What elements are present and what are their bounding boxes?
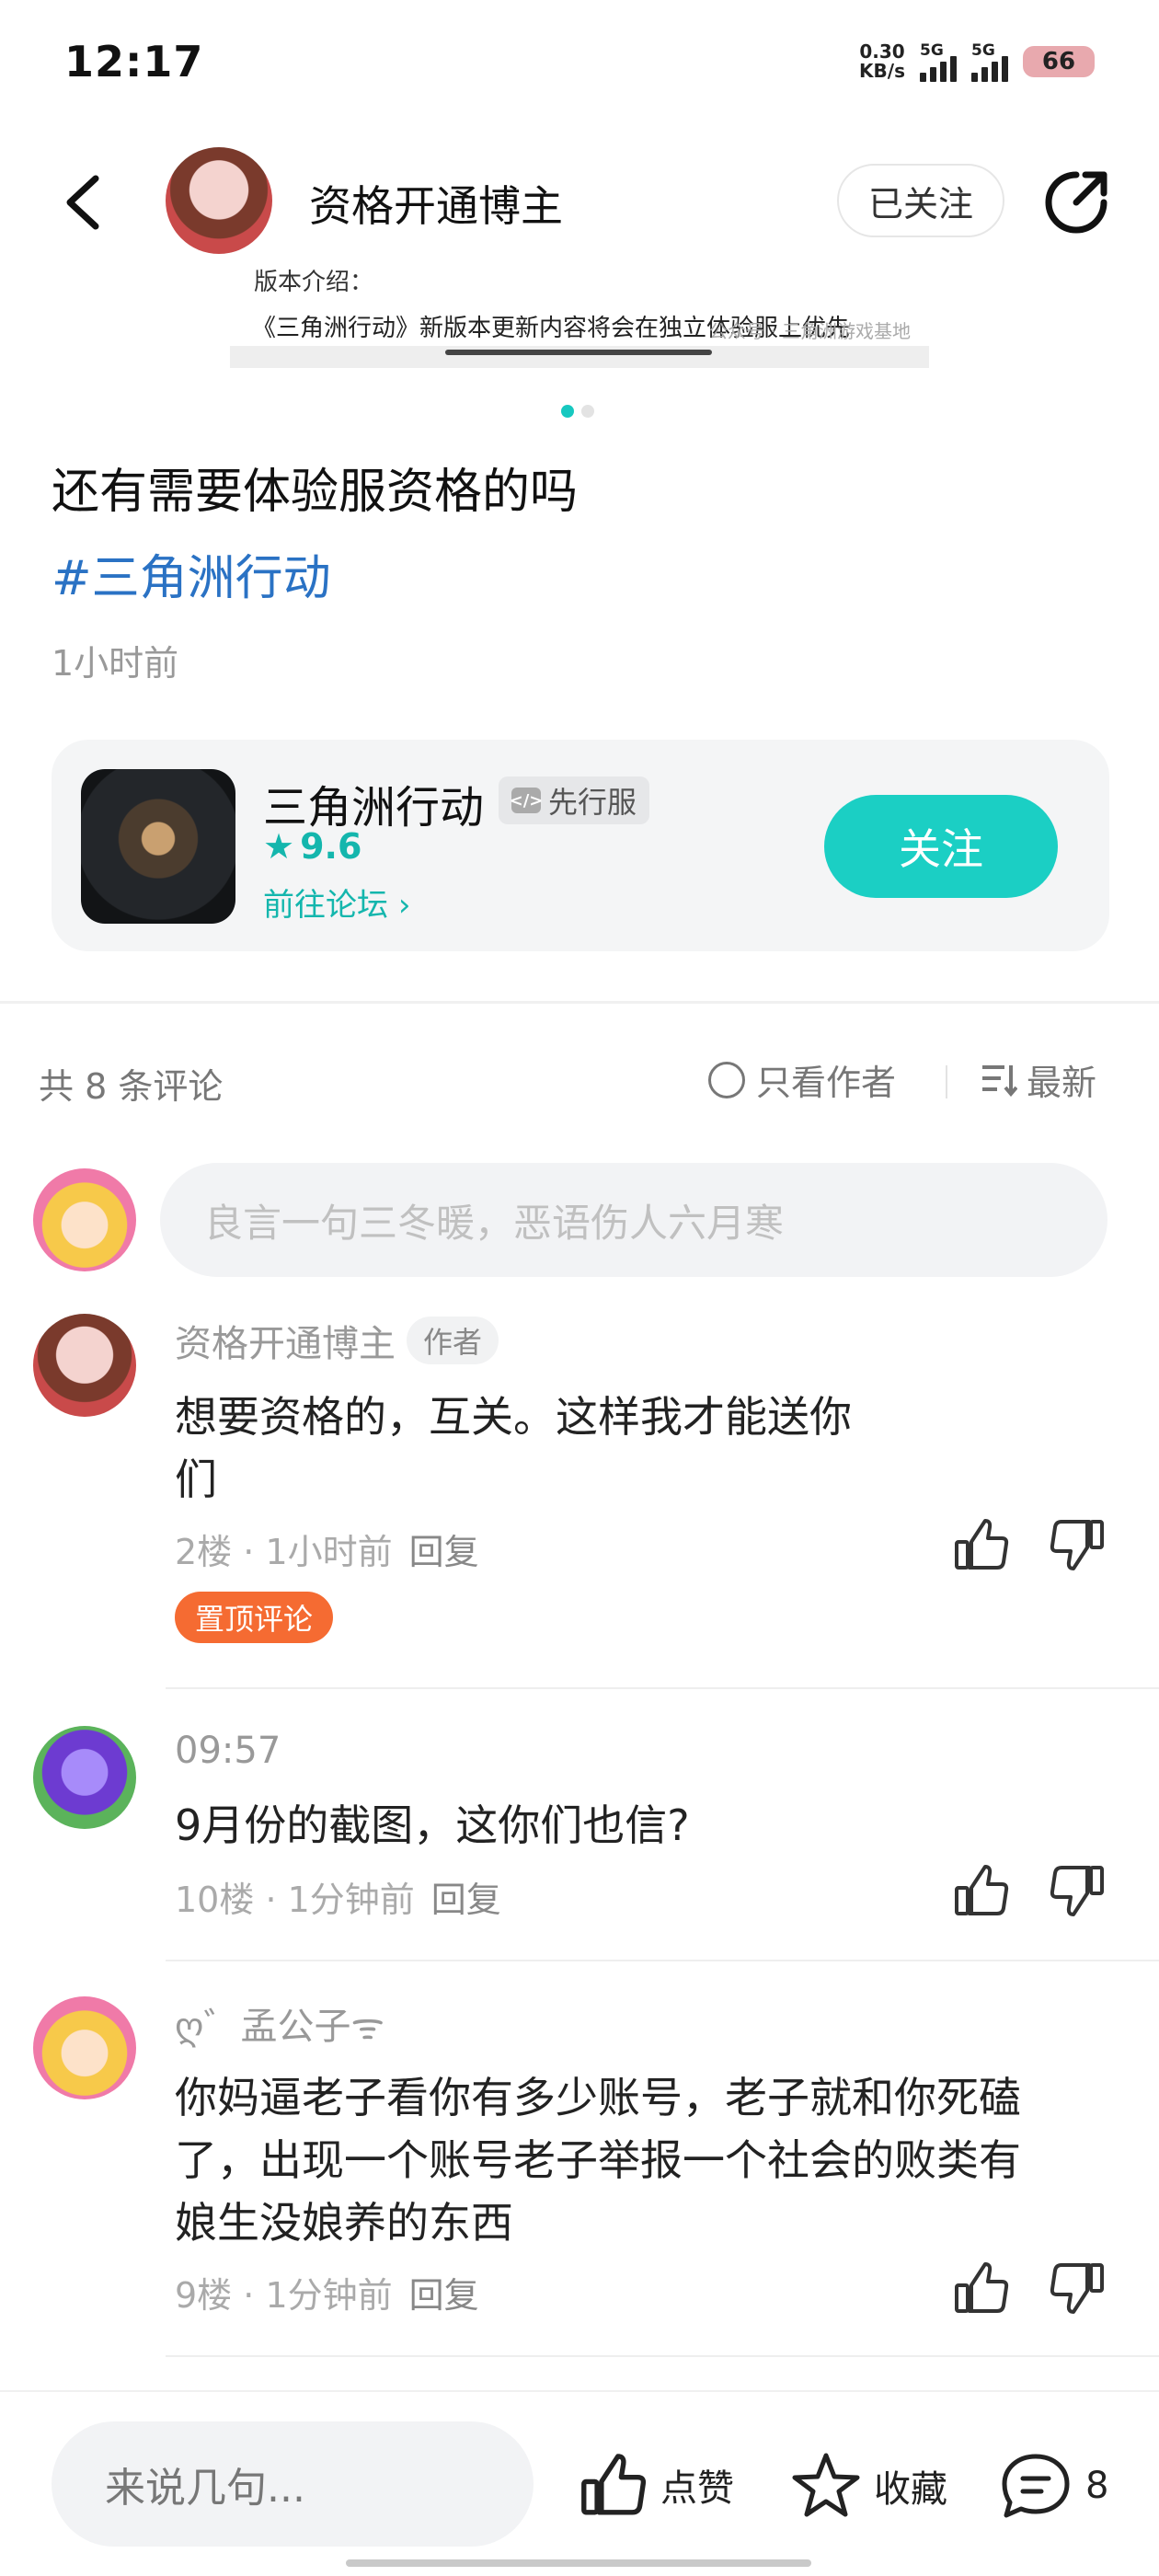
comment-text: 9月份的截图，这你们也信? bbox=[175, 1800, 690, 1850]
thumbs-up-icon bbox=[581, 2454, 647, 2515]
author-badge: 作者 bbox=[407, 1317, 499, 1364]
post-time: 1小时前 bbox=[52, 643, 179, 684]
star-icon: ★ bbox=[263, 826, 295, 867]
comment-text: 了，出现一个账号老子举报一个社会的败类有 bbox=[175, 2135, 1021, 2185]
reply-button[interactable]: 回复 bbox=[409, 2275, 479, 2316]
signal-icon: 5G bbox=[920, 41, 957, 82]
comment-username[interactable]: 09:57 bbox=[175, 1730, 281, 1772]
section-divider bbox=[0, 1001, 1159, 1004]
star-icon bbox=[792, 2453, 860, 2517]
divider bbox=[166, 1687, 1159, 1689]
comment-text: 想要资格的，互关。这样我才能送你 bbox=[175, 1392, 852, 1442]
forum-link[interactable]: 前往论坛 › bbox=[263, 880, 410, 925]
sort-button[interactable]: 最新 bbox=[981, 1054, 1096, 1105]
comment-meta: 10楼 · 1分钟前 回复 bbox=[175, 1880, 501, 1920]
carousel-dot bbox=[581, 405, 594, 418]
chevron-right-icon: › bbox=[397, 887, 411, 924]
author-only-toggle[interactable]: 只看作者 bbox=[708, 1054, 896, 1105]
divider bbox=[166, 1960, 1159, 1961]
my-avatar[interactable] bbox=[33, 1168, 136, 1271]
avatar[interactable] bbox=[33, 1726, 136, 1829]
divider bbox=[166, 2355, 1159, 2357]
dislike-icon[interactable] bbox=[1049, 2260, 1106, 2317]
reply-button[interactable]: 回复 bbox=[431, 1880, 501, 1920]
code-icon: </> bbox=[510, 788, 543, 813]
following-button[interactable]: 已关注 bbox=[837, 164, 1004, 237]
beta-server-badge: </> 先行服 bbox=[499, 776, 650, 824]
comment-meta: 2楼 · 1小时前 回复 bbox=[175, 1532, 479, 1572]
comment-meta: 9楼 · 1分钟前 回复 bbox=[175, 2275, 479, 2316]
comment-username[interactable]: 资格开通博主 bbox=[175, 1314, 396, 1367]
bottom-comment-input[interactable]: 来说几句... bbox=[52, 2421, 534, 2547]
comment-input[interactable]: 良言一句三冬暖，恶语伤人六月寒 bbox=[160, 1163, 1107, 1277]
like-icon[interactable] bbox=[953, 2260, 1010, 2317]
image-text: 版本介绍： bbox=[254, 269, 374, 296]
divider bbox=[946, 1065, 947, 1098]
back-button[interactable] bbox=[55, 166, 110, 239]
comment-username[interactable]: ღ゛孟公子ᯤ bbox=[175, 1996, 384, 2050]
author-name[interactable]: 资格开通博主 bbox=[309, 173, 563, 234]
game-rating: ★ 9.6 bbox=[263, 826, 362, 867]
comment-text: 们 bbox=[175, 1455, 217, 1504]
status-time: 12:17 bbox=[64, 37, 204, 86]
follow-game-button[interactable]: 关注 bbox=[824, 795, 1058, 898]
comment-bubble-icon bbox=[1002, 2454, 1070, 2518]
avatar[interactable] bbox=[166, 147, 272, 254]
share-button[interactable] bbox=[1039, 166, 1113, 239]
comment-header: 资格开通博主 作者 bbox=[175, 1314, 499, 1367]
like-icon[interactable] bbox=[953, 1516, 1010, 1573]
like-icon[interactable] bbox=[953, 1862, 1010, 1919]
favorite-button[interactable]: 收藏 bbox=[791, 2451, 947, 2521]
comment-count: 共 8 条评论 bbox=[39, 1066, 224, 1107]
share-icon bbox=[1045, 171, 1107, 234]
signal-icon: 5G bbox=[971, 41, 1008, 82]
avatar[interactable] bbox=[33, 1314, 136, 1417]
reply-button[interactable]: 回复 bbox=[409, 1532, 479, 1572]
post-title: 还有需要体验服资格的吗 bbox=[52, 465, 579, 520]
topic-tag[interactable]: #三角洲行动 bbox=[52, 539, 331, 608]
comment-text: 你妈逼老子看你有多少账号，老子就和你死磕 bbox=[175, 2073, 1021, 2122]
battery-icon: 66 bbox=[1023, 46, 1095, 77]
avatar[interactable] bbox=[33, 1996, 136, 2099]
sort-icon bbox=[982, 1064, 1017, 1097]
home-indicator[interactable] bbox=[346, 2559, 811, 2567]
dislike-icon[interactable] bbox=[1049, 1862, 1106, 1919]
pinned-badge: 置顶评论 bbox=[175, 1592, 334, 1643]
dislike-icon[interactable] bbox=[1049, 1516, 1106, 1573]
image-watermark: 公众号 · 三角洲游戏基地 bbox=[708, 320, 911, 342]
image-scroll-handle bbox=[445, 350, 712, 355]
game-icon[interactable] bbox=[81, 769, 235, 924]
carousel-indicator bbox=[561, 405, 594, 418]
comments-button[interactable]: 8 bbox=[999, 2451, 1108, 2521]
comment-text: 娘生没娘养的东西 bbox=[175, 2198, 513, 2248]
radio-icon bbox=[708, 1061, 745, 1098]
carousel-dot-active bbox=[561, 405, 574, 418]
network-speed: 0.30 KB/s bbox=[859, 40, 905, 82]
chevron-left-icon bbox=[66, 175, 99, 230]
like-button[interactable]: 点赞 bbox=[580, 2451, 734, 2519]
status-indicators: 0.30 KB/s 5G 5G 66 bbox=[859, 39, 1095, 85]
